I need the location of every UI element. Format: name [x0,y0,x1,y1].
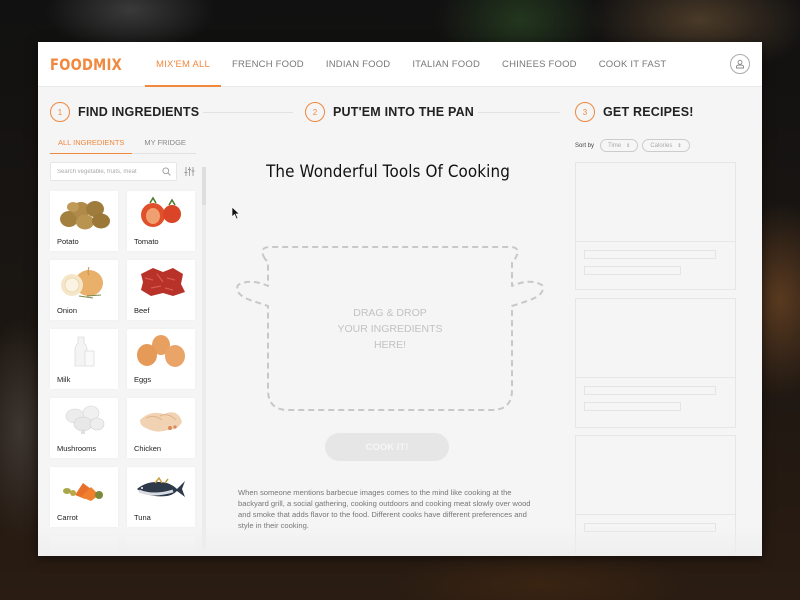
recipe-card-placeholder[interactable] [575,162,736,290]
recipe-image-placeholder [576,436,735,515]
mouse-cursor-icon [231,206,241,220]
carrot-icon [63,483,103,501]
ingredient-search [50,162,177,181]
eggs-icon [137,335,185,367]
sort-calories-select[interactable]: Calories ⇕ [642,139,690,152]
sort-controls: Sort by Time ⇕ Calories ⇕ [575,139,694,152]
ingredient-card-partial[interactable] [127,536,195,556]
ingredient-label: Potato [57,237,79,246]
recipe-card-placeholder[interactable] [575,435,736,556]
step-divider [478,112,560,113]
ingredient-label: Tomato [134,237,159,246]
updown-chevron-icon: ⇕ [626,142,631,149]
sort-label: Sort by [575,142,595,149]
ingredient-card-milk[interactable]: Milk [50,329,118,389]
ingredient-label: Mushrooms [57,444,97,453]
app-window: FOODMIX MIX'EM ALL FRENCH FOOD INDIAN FO… [38,42,762,556]
nav-menu: MIX'EM ALL FRENCH FOOD INDIAN FOOD ITALI… [145,42,677,87]
step-2-badge: 2 [305,102,325,122]
navbar: FOODMIX MIX'EM ALL FRENCH FOOD INDIAN FO… [38,42,762,87]
ingredient-card-onion[interactable]: Onion [50,260,118,320]
drop-text-line: DRAG & DROP [353,307,427,319]
cook-it-button[interactable]: COOK IT! [325,433,449,461]
tomato-icon [141,196,181,227]
step-3-title: GET RECIPES! [603,105,694,119]
recipe-meta-placeholder [584,402,681,411]
ingredient-card-tuna[interactable]: Tuna [127,467,195,527]
ingredient-card-potato[interactable]: Potato [50,191,118,251]
recipe-image-placeholder [576,163,735,242]
search-icon[interactable] [162,167,171,176]
ingredient-label: Onion [57,306,78,315]
ingredient-card-chicken[interactable]: Chicken [127,398,195,458]
nav-item-chinees-food[interactable]: CHINEES FOOD [491,42,588,87]
step-1-title: FIND INGREDIENTS [78,105,200,119]
pan-title: The Wonderful Tools Of Cooking [266,162,510,181]
ingredient-card-beef[interactable]: Beef [127,260,195,320]
tab-my-fridge[interactable]: MY FRIDGE [136,135,194,153]
drop-zone-text: DRAG & DROP YOUR INGREDIENTS HERE! [300,305,480,353]
filter-icon[interactable] [184,166,195,177]
recipe-meta-placeholder [584,266,681,275]
recipe-card-placeholder[interactable] [575,298,736,428]
ingredient-label: Chicken [134,444,162,453]
step-3-badge: 3 [575,102,595,122]
pan-description: When someone mentions barbecue images co… [238,488,531,530]
profile-button[interactable] [730,54,750,74]
step-1-header: 1 FIND INGREDIENTS [50,102,199,122]
ingredient-card-eggs[interactable]: Eggs [127,329,195,389]
ingredient-card-mushrooms[interactable]: Mushrooms [50,398,118,458]
recipe-title-placeholder [584,523,716,532]
user-icon [736,59,744,69]
step-1-badge: 1 [50,102,70,122]
nav-item-mixem-all[interactable]: MIX'EM ALL [145,42,221,87]
tuna-icon [137,476,185,497]
onion-icon [61,266,103,299]
ingredient-scrollbar-track[interactable] [202,167,206,549]
ingredient-card-carrot[interactable]: Carrot [50,467,118,527]
ingredient-label: Carrot [57,513,78,522]
ingredient-tabs: ALL INGREDIENTS MY FRIDGE [50,135,196,154]
sort-time-select[interactable]: Time ⇕ [600,139,639,152]
chicken-icon [140,412,182,432]
logo[interactable]: FOODMIX [50,55,128,74]
updown-chevron-icon: ⇕ [677,142,682,149]
search-input[interactable] [51,168,156,175]
step-divider [203,112,293,113]
nav-item-cook-it-fast[interactable]: COOK IT FAST [588,42,678,87]
milk-icon [74,336,95,367]
step-3-header: 3 GET RECIPES! [575,102,694,122]
potato-icon [60,201,110,230]
ingredient-label: Eggs [134,375,152,384]
step-2-header: 2 PUT'EM INTO THE PAN [305,102,474,122]
recipe-title-placeholder [584,386,716,395]
drop-text-line: HERE! [373,339,407,351]
beef-icon [141,268,185,296]
ingredient-grid: Potato Tomato Onion Beef Milk Eggs Mushr… [50,191,196,556]
ingredient-scrollbar-thumb[interactable] [202,167,206,205]
ingredient-card-partial[interactable] [50,536,118,556]
ingredient-label: Tuna [134,513,151,522]
drop-text-line: YOUR INGREDIENTS [337,323,443,335]
sort-option-label: Time [608,142,622,149]
recipe-title-placeholder [584,250,716,259]
sort-option-label: Calories [650,142,673,149]
nav-item-french-food[interactable]: FRENCH FOOD [221,42,315,87]
step-2-title: PUT'EM INTO THE PAN [333,105,475,119]
ingredient-label: Beef [134,306,150,315]
nav-item-indian-food[interactable]: INDIAN FOOD [315,42,401,87]
ingredient-label: Milk [57,375,71,384]
ingredient-card-tomato[interactable]: Tomato [127,191,195,251]
mushroom-icon [65,405,105,434]
recipe-image-placeholder [576,299,735,378]
tab-all-ingredients[interactable]: ALL INGREDIENTS [50,135,133,154]
nav-item-italian-food[interactable]: ITALIAN FOOD [401,42,491,87]
